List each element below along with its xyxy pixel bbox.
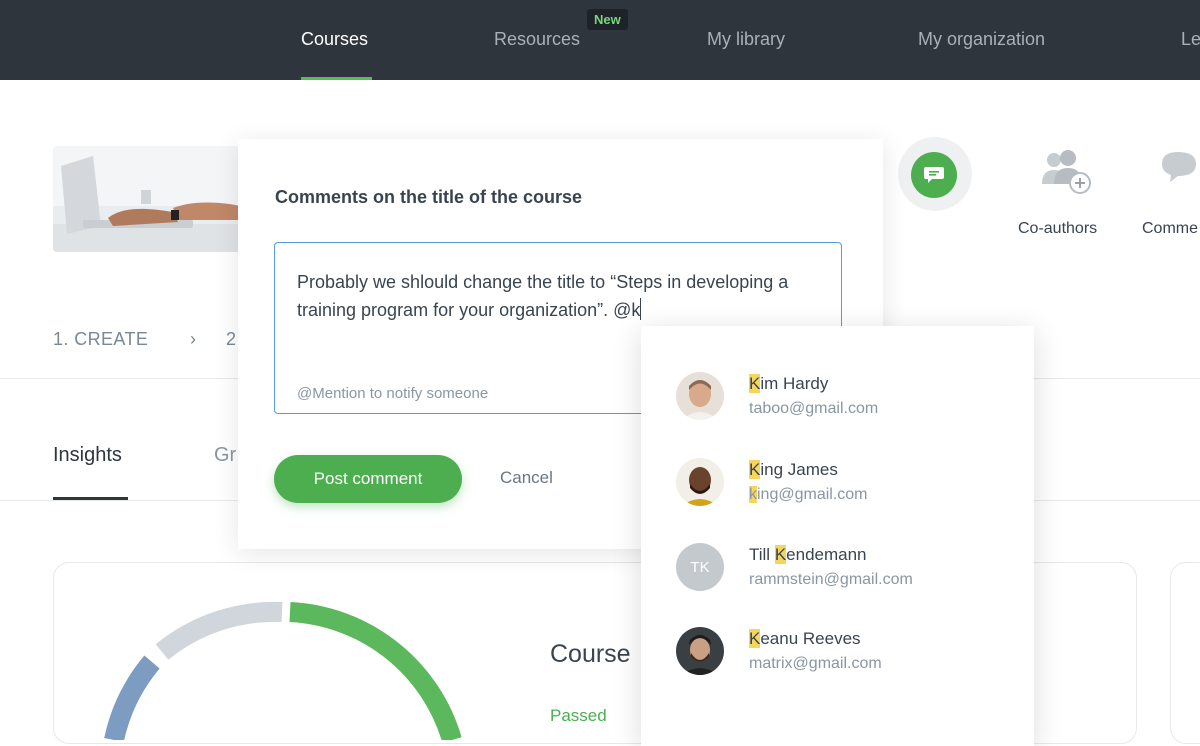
insights-card-secondary [1170,562,1200,744]
tab-second[interactable]: Gr [214,444,236,467]
mention-item[interactable]: TK Till Kendemann rammstein@gmail.com [641,521,1034,605]
course-donut-chart [104,601,462,740]
mention-name: Kim Hardy [749,374,829,393]
step-2[interactable]: 2 [226,329,236,350]
mention-hint: @Mention to notify someone [297,385,489,402]
nav-item-courses[interactable]: Courses [301,29,368,50]
mention-item[interactable]: King James king@gmail.com [641,436,1034,520]
top-nav-bar: Courses Resources New My library My orga… [0,0,1200,80]
chat-bubble-icon [924,167,944,183]
new-badge: New [587,9,628,30]
co-authors-label: Co-authors [1018,220,1098,237]
mention-email: king@gmail.com [749,486,868,503]
nav-item-truncated[interactable]: Le [1181,29,1200,50]
modal-title: Comments on the title of the course [275,187,583,207]
tab-insights[interactable]: Insights [53,444,122,467]
comment-button[interactable] [911,152,957,198]
mention-name: King James [749,460,838,479]
mention-name: Till Kendemann [749,545,867,564]
nav-item-my-library[interactable]: My library [707,29,785,50]
passed-label: Passed [550,706,607,725]
mention-email: rammstein@gmail.com [749,571,913,588]
course-thumbnail[interactable] [53,146,240,252]
nav-item-resources[interactable]: Resources [494,29,580,50]
mention-item[interactable]: Kim Hardy taboo@gmail.com [641,350,1034,434]
comments-icon[interactable] [1160,150,1200,193]
step-create[interactable]: 1. CREATE [53,329,148,350]
avatar [676,458,724,506]
course-stats-heading: Course [550,640,631,668]
avatar [676,372,724,420]
comments-label: Comme [1142,220,1199,237]
comment-text: Probably we shlould change the title to … [297,272,789,320]
mention-email: taboo@gmail.com [749,400,879,417]
mention-email: matrix@gmail.com [749,655,882,672]
mention-dropdown: Kim Hardy taboo@gmail.com King James kin… [641,326,1034,746]
avatar-initials: TK [676,543,724,591]
mention-name: Keanu Reeves [749,629,861,648]
text-caret [640,298,642,320]
nav-active-indicator [301,77,372,80]
post-comment-button[interactable]: Post comment [274,455,462,503]
avatar [676,627,724,675]
step-separator-icon: › [190,329,197,349]
mention-item[interactable]: Keanu Reeves matrix@gmail.com [641,605,1034,689]
co-authors-icon[interactable] [1040,148,1092,201]
nav-item-my-organization[interactable]: My organization [918,29,1045,50]
cancel-button[interactable]: Cancel [500,468,553,488]
